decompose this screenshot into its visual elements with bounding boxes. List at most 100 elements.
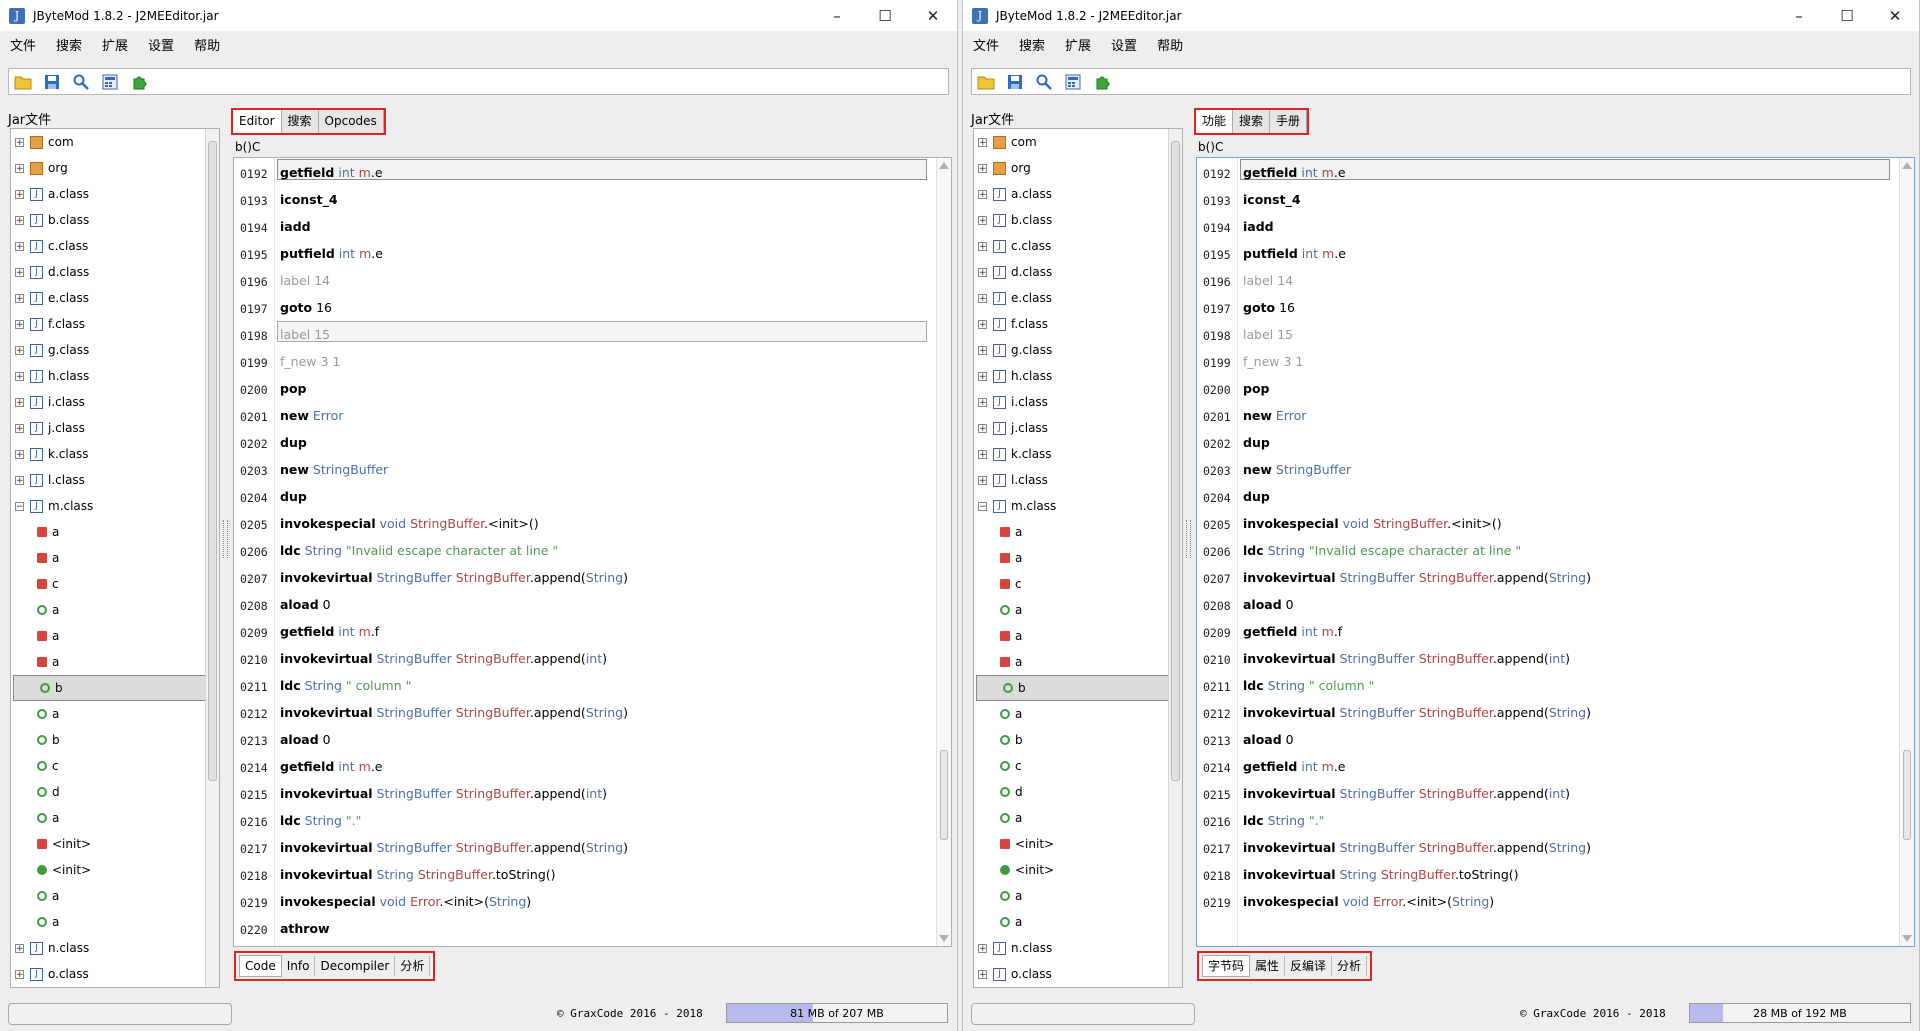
code-line[interactable]: 0214 getfield int m.e	[234, 752, 951, 779]
code-line[interactable]: 0195 putfield int m.e	[1197, 239, 1914, 266]
tree-item-cls[interactable]: − Jm.class	[974, 493, 1182, 519]
code-line[interactable]: 0208 aload 0	[1197, 590, 1914, 617]
code-line[interactable]: 0201 new Error	[234, 401, 951, 428]
code-line[interactable]: 0194 iadd	[1197, 212, 1914, 239]
tree-item-pkg[interactable]: + org	[11, 155, 219, 181]
tree-item-cls[interactable]: + Jh.class	[974, 363, 1182, 389]
code-line[interactable]: 0213 aload 0	[234, 725, 951, 752]
tree-item-cls[interactable]: + Ja.class	[974, 181, 1182, 207]
menu-file[interactable]: 文件	[0, 35, 46, 54]
code-line[interactable]: 0208 aload 0	[234, 590, 951, 617]
tree-item-field-green[interactable]: a	[11, 883, 219, 909]
tree-item-cls[interactable]: + Jk.class	[974, 441, 1182, 467]
tree-item-field-green[interactable]: a	[974, 597, 1182, 623]
expand-icon[interactable]: +	[15, 241, 24, 251]
search-icon[interactable]	[1034, 72, 1054, 92]
tab-decompiler[interactable]: Decompiler	[315, 956, 396, 976]
code-line[interactable]: 0198 label 15	[234, 320, 951, 347]
tree-item-cls[interactable]: + Ja.class	[11, 181, 219, 207]
tree-item-meth-red[interactable]: <init>	[11, 831, 219, 857]
tree-item-cls[interactable]: + Jc.class	[974, 233, 1182, 259]
tab-editor[interactable]: Editor	[233, 110, 282, 133]
code-line[interactable]: 0198 label 15	[1197, 320, 1914, 347]
tree-item-cls[interactable]: + Je.class	[11, 285, 219, 311]
code-line[interactable]: 0215 invokevirtual StringBuffer StringBuf…	[234, 779, 951, 806]
code-line[interactable]: 0193 iconst_4	[234, 185, 951, 212]
code-line[interactable]: 0212 invokevirtual StringBuffer StringBuf…	[234, 698, 951, 725]
code-line[interactable]: 0215 invokevirtual StringBuffer StringBuf…	[1197, 779, 1914, 806]
code-line[interactable]: 0204 dup	[234, 482, 951, 509]
code-line[interactable]: 0199 f_new 3 1	[1197, 347, 1914, 374]
scroll-up-icon[interactable]	[939, 162, 949, 169]
code-line[interactable]: 0216 ldc String "."	[1197, 806, 1914, 833]
tree-item-pkg[interactable]: + com	[11, 129, 219, 155]
open-folder-icon[interactable]	[976, 72, 996, 92]
expand-icon[interactable]: +	[15, 943, 24, 953]
tree-item-pkg[interactable]: + org	[974, 155, 1182, 181]
tree-scrollbar-thumb[interactable]	[1171, 141, 1180, 781]
tree-item-field-green[interactable]: a	[974, 805, 1182, 831]
code-line[interactable]: 0205 invokespecial void StringBuffer.<ini…	[1197, 509, 1914, 536]
expand-icon[interactable]: +	[978, 319, 987, 329]
expand-icon[interactable]: +	[978, 423, 987, 433]
close-button[interactable]: ✕	[909, 0, 957, 31]
code-line[interactable]: 0197 goto 16	[1197, 293, 1914, 320]
code-line[interactable]: 0201 new Error	[1197, 401, 1914, 428]
code-line[interactable]: 0220 athrow	[234, 914, 951, 941]
tab-search[interactable]: 搜索	[281, 110, 319, 133]
tree-item-cls[interactable]: + Jg.class	[974, 337, 1182, 363]
expand-icon[interactable]: +	[15, 397, 24, 407]
menu-settings[interactable]: 设置	[1101, 35, 1147, 54]
tab-bytecode[interactable]: 字节码	[1202, 955, 1251, 977]
tree-item-field-green[interactable]: b	[11, 727, 219, 753]
tree-item-cls[interactable]: + Jb.class	[974, 207, 1182, 233]
tree-item-pkg[interactable]: + com	[974, 129, 1182, 155]
tree-item-meth-red[interactable]: a	[11, 519, 219, 545]
tree-item-meth-green[interactable]: <init>	[11, 857, 219, 883]
code-line[interactable]: 0216 ldc String "."	[234, 806, 951, 833]
scroll-down-icon[interactable]	[939, 935, 949, 942]
tree-item-meth-red[interactable]: a	[11, 623, 219, 649]
scroll-up-icon[interactable]	[1902, 162, 1912, 169]
tree-item-field-green[interactable]: a	[11, 909, 219, 935]
menu-extensions[interactable]: 扩展	[92, 35, 138, 54]
tree-item-cls[interactable]: + Jb.class	[11, 207, 219, 233]
collapse-icon[interactable]: −	[978, 501, 987, 511]
tree-item-meth-green[interactable]: <init>	[974, 857, 1182, 883]
expand-icon[interactable]: +	[978, 475, 987, 485]
calculator-icon[interactable]	[100, 72, 120, 92]
search-icon[interactable]	[71, 72, 91, 92]
tree-item-cls[interactable]: + Jc.class	[11, 233, 219, 259]
code-line[interactable]: 0219 invokespecial void Error.<init>(Stri…	[1197, 887, 1914, 914]
tab-code[interactable]: Code	[239, 955, 282, 977]
tree-scrollbar[interactable]	[1168, 129, 1182, 987]
collapse-icon[interactable]: −	[15, 501, 24, 511]
tree-item-cls[interactable]: + Je.class	[974, 285, 1182, 311]
tree-item-cls[interactable]: − Jm.class	[11, 493, 219, 519]
tree-item-meth-red[interactable]: c	[974, 571, 1182, 597]
expand-icon[interactable]: +	[978, 293, 987, 303]
editor-scrollbar-thumb[interactable]	[940, 750, 948, 840]
title-bar[interactable]: J JByteMod 1.8.2 - J2MEEditor.jar – ☐ ✕	[0, 0, 957, 31]
tab-analysis[interactable]: 分析	[1332, 956, 1368, 976]
tree-scrollbar-thumb[interactable]	[208, 141, 217, 781]
code-line[interactable]: 0211 ldc String " column "	[1197, 671, 1914, 698]
expand-icon[interactable]: +	[978, 215, 987, 225]
code-line[interactable]: 0194 iadd	[234, 212, 951, 239]
expand-icon[interactable]: +	[978, 189, 987, 199]
tree-item-meth-red[interactable]: a	[974, 649, 1182, 675]
tree-item-cls[interactable]: + Jh.class	[11, 363, 219, 389]
split-handle[interactable]	[1186, 520, 1191, 558]
expand-icon[interactable]: +	[15, 319, 24, 329]
tree-item-cls[interactable]: + Jl.class	[974, 467, 1182, 493]
tree-item-meth-red[interactable]: a	[11, 649, 219, 675]
expand-icon[interactable]: +	[15, 267, 24, 277]
close-button[interactable]: ✕	[1871, 0, 1919, 31]
tree-item-cls[interactable]: + Jg.class	[11, 337, 219, 363]
tree-item-cls[interactable]: + Jd.class	[974, 259, 1182, 285]
expand-icon[interactable]: +	[978, 371, 987, 381]
tree-item-cls[interactable]: + Ji.class	[11, 389, 219, 415]
tree-item-cls[interactable]: + Jj.class	[11, 415, 219, 441]
puzzle-icon[interactable]	[129, 72, 149, 92]
code-line[interactable]: 0218 invokevirtual String StringBuffer.to…	[1197, 860, 1914, 887]
